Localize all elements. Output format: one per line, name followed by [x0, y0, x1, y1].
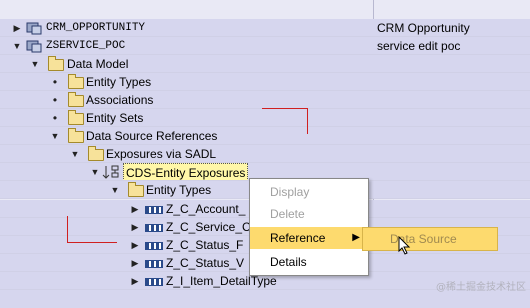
service-icon: [26, 22, 42, 35]
menu-item-reference[interactable]: Reference ▶: [250, 227, 368, 249]
mouse-cursor-icon: [398, 235, 412, 259]
expand-arrow-icon[interactable]: ▶: [12, 19, 22, 37]
folder-icon: [68, 110, 84, 125]
entity-icon: [145, 260, 163, 268]
service-icon: [26, 40, 42, 53]
annotation-line: [67, 216, 68, 242]
tree-label: Z_C_Service_C: [166, 220, 251, 234]
tree-label: Z_C_Status_V: [166, 256, 245, 270]
menu-item-delete[interactable]: Delete: [250, 203, 368, 225]
entity-icon: [145, 206, 163, 214]
collapse-arrow-icon[interactable]: ▼: [50, 127, 60, 145]
expand-arrow-icon[interactable]: ▶: [130, 200, 140, 218]
leaf-bullet-icon: •: [52, 111, 58, 125]
tree-label: Z_C_Status_F: [166, 238, 244, 252]
folder-icon: [48, 56, 64, 71]
submenu-data-source[interactable]: Data Source: [362, 227, 498, 251]
menu-item-display[interactable]: Display: [250, 181, 368, 203]
leaf-bullet-icon: •: [52, 75, 58, 89]
tree-row-entity-types[interactable]: • Entity Types: [0, 73, 530, 91]
tree-label: Exposures via SADL: [106, 147, 217, 161]
folder-open-icon: [88, 146, 104, 161]
annotation-line: [307, 108, 308, 134]
tree-label: Associations: [86, 93, 154, 107]
submenu-arrow-icon: ▶: [352, 232, 360, 243]
entity-icon: [145, 242, 163, 250]
collapse-arrow-icon[interactable]: ▼: [12, 37, 22, 55]
entity-icon: [145, 278, 163, 286]
tree-label: Data Model: [67, 57, 129, 71]
expand-arrow-icon[interactable]: ▶: [130, 218, 140, 236]
tree-row-exposures-via-sadl[interactable]: ▼ Exposures via SADL: [0, 145, 530, 163]
tree-label: ZSERVICE_POC: [46, 40, 126, 52]
tree-label: Data Source References: [86, 129, 218, 143]
context-menu: Display Delete Reference ▶ Details: [249, 178, 369, 276]
entity-icon: [145, 224, 163, 232]
tree-description: CRM Opportunity: [377, 21, 470, 35]
tree-label: CRM_OPPORTUNITY: [46, 22, 146, 34]
folder-open-icon: [68, 128, 84, 143]
tree-row-crm-opportunity[interactable]: ▶ CRM_OPPORTUNITY CRM Opportunity: [0, 19, 530, 37]
tree-label: Entity Sets: [86, 111, 144, 125]
collapse-arrow-icon[interactable]: ▼: [90, 163, 100, 181]
expand-arrow-icon[interactable]: ▶: [130, 236, 140, 254]
annotation-line: [67, 242, 117, 243]
annotation-line: [262, 108, 308, 109]
collapse-arrow-icon[interactable]: ▼: [110, 181, 120, 199]
tree-row-data-source-references[interactable]: ▼ Data Source References: [0, 127, 530, 145]
folder-open-icon: [128, 182, 144, 197]
menu-item-details[interactable]: Details: [250, 251, 368, 273]
collapse-arrow-icon[interactable]: ▼: [30, 55, 40, 73]
hierarchy-icon: [102, 165, 122, 179]
tree-row-associations[interactable]: • Associations: [0, 91, 530, 109]
watermark: @稀土掘金技术社区: [436, 282, 526, 293]
leaf-bullet-icon: •: [52, 93, 58, 107]
folder-icon: [68, 74, 84, 89]
tree-label: Entity Types: [86, 75, 152, 89]
expand-arrow-icon[interactable]: ▶: [130, 254, 140, 272]
tree-description: service edit poc: [377, 39, 461, 53]
expand-arrow-icon[interactable]: ▶: [130, 272, 140, 290]
tree-row-data-model[interactable]: ▼ Data Model: [0, 55, 530, 73]
folder-icon: [68, 92, 84, 107]
tree-row-entity-sets[interactable]: • Entity Sets: [0, 109, 530, 127]
tree-label: Entity Types: [146, 183, 212, 197]
tree-row-zservice-poc[interactable]: ▼ ZSERVICE_POC service edit poc: [0, 37, 530, 55]
tree-label: Z_C_Account_: [166, 202, 246, 216]
collapse-arrow-icon[interactable]: ▼: [70, 145, 80, 163]
